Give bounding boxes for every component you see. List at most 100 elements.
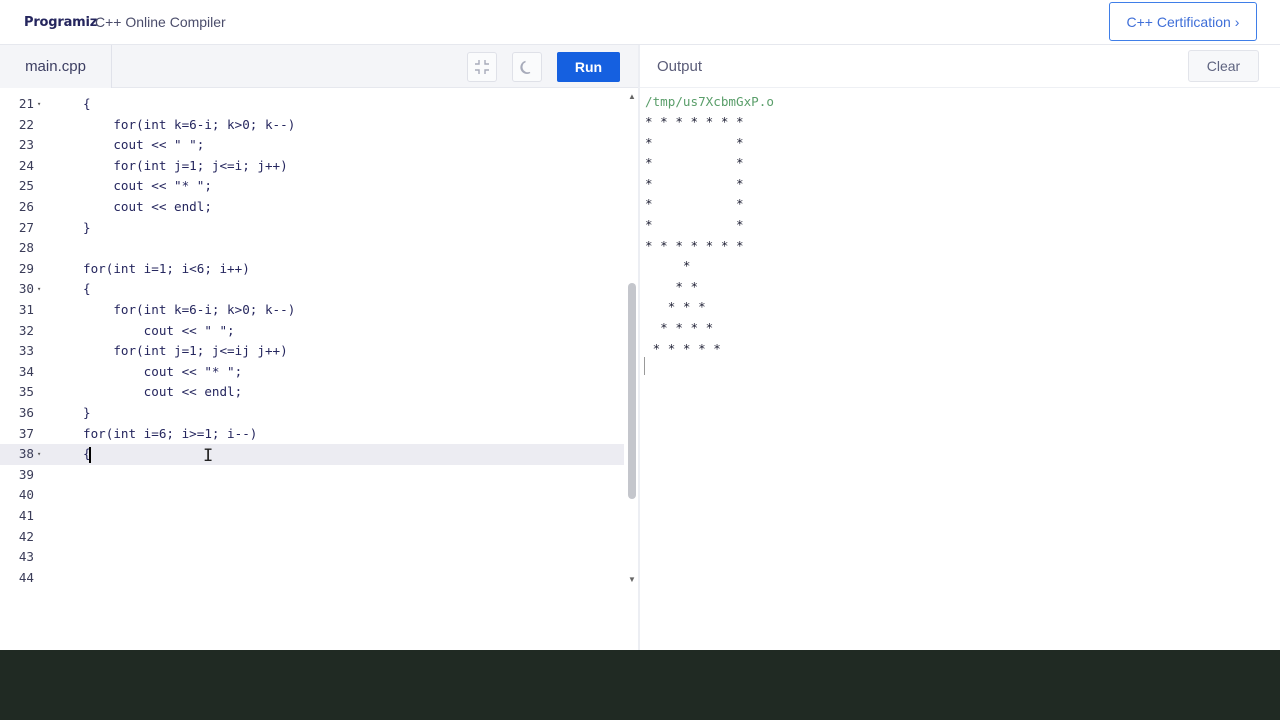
editor-scrollbar[interactable]	[628, 283, 636, 499]
line-number: 41	[18, 508, 34, 523]
code-line[interactable]: 37 for(int i=6; i>=1; i--)	[0, 424, 624, 445]
line-number: 43	[18, 549, 34, 565]
code-line[interactable]: 28	[0, 238, 624, 259]
code-line[interactable]: 21 ▾ {	[0, 94, 624, 115]
theme-toggle-button[interactable]	[512, 52, 542, 82]
line-number: 23	[18, 137, 34, 153]
line-number: 32	[18, 322, 34, 338]
output-line: * *	[645, 196, 744, 212]
code-text: }	[83, 219, 91, 235]
fold-arrow-icon[interactable]: ▾	[37, 279, 41, 300]
code-line[interactable]: 30 ▾ {	[0, 279, 624, 300]
output-line: * *	[645, 175, 744, 191]
line-number: 36	[18, 405, 34, 420]
fold-arrow-icon[interactable]: ▾	[37, 94, 41, 115]
output-line: * * * *	[645, 320, 714, 335]
fold-arrow-icon[interactable]: ▾	[37, 444, 41, 465]
code-text: for(int k=6-i; k>0; k--)	[83, 116, 296, 132]
line-number: 39	[18, 466, 34, 482]
code-line[interactable]: 41	[0, 506, 624, 527]
line-number: 30	[18, 281, 34, 297]
code-line[interactable]: 33 for(int j=1; j<=ij j++)	[0, 341, 624, 362]
output-line: * *	[645, 217, 744, 232]
code-line[interactable]: 23 cout << " ";	[0, 135, 624, 156]
line-number: 28	[18, 240, 34, 256]
output-line: *	[645, 258, 691, 274]
code-line[interactable]: 26 cout << endl;	[0, 197, 624, 218]
code-line[interactable]: 44	[0, 568, 624, 589]
output-line: * *	[645, 278, 699, 294]
certification-label: C++ Certification	[1126, 13, 1231, 30]
line-number: 22	[18, 116, 34, 132]
output-title: Output	[657, 58, 703, 75]
code-line[interactable]: 22 for(int k=6-i; k>0; k--)	[0, 115, 624, 136]
line-number: 31	[18, 302, 34, 317]
code-line[interactable]: 32 cout << " ";	[0, 321, 624, 342]
output-line: * *	[645, 155, 744, 171]
code-text: for(int k=6-i; k>0; k--)	[83, 302, 296, 317]
file-tab-main-cpp[interactable]: main.cpp	[0, 45, 112, 88]
scroll-up-icon[interactable]: ▲	[628, 92, 636, 101]
ibeam-cursor-icon: I	[203, 446, 214, 466]
line-number: 33	[18, 343, 34, 359]
scroll-down-icon[interactable]: ▼	[628, 575, 636, 584]
code-line[interactable]: 24 for(int j=1; j<=i; j++)	[0, 156, 624, 177]
code-line[interactable]: 36}	[0, 403, 624, 424]
output-line: * * * * * * *	[645, 114, 744, 129]
code-text: for(int i=1; i<6; i++)	[83, 260, 250, 276]
text-cursor	[89, 447, 91, 463]
output-header: Output Clear	[640, 45, 1280, 88]
code-text: cout << " ";	[83, 322, 235, 338]
output-caret	[644, 357, 645, 375]
line-number: 24	[18, 157, 34, 173]
app-title: C++ Online Compiler	[95, 14, 226, 30]
code-text: cout << endl;	[83, 384, 243, 400]
code-line[interactable]: 34 cout << "* ";	[0, 362, 624, 383]
output-line: * *	[645, 134, 744, 150]
output-path: /tmp/us7XcbmGxP.o	[645, 94, 774, 109]
code-line[interactable]: 43	[0, 547, 624, 568]
clear-button[interactable]: Clear	[1188, 50, 1259, 82]
code-text: cout << "* ";	[83, 363, 243, 379]
exit-fullscreen-button[interactable]	[467, 52, 497, 82]
certification-button[interactable]: C++ Certification ›	[1109, 2, 1257, 41]
line-number: 42	[18, 528, 34, 544]
editor-header: main.cpp	[0, 45, 638, 88]
code-line[interactable]: 35 cout << endl;	[0, 382, 624, 403]
code-line[interactable]: 39	[0, 465, 624, 486]
code-text: cout << "* ";	[83, 178, 212, 194]
code-line[interactable]: 42	[0, 527, 624, 548]
line-number: 40	[18, 487, 34, 503]
code-text: for(int j=1; j<=i; j++)	[83, 157, 288, 173]
line-number: 37	[18, 425, 34, 441]
code-text: cout << " ";	[83, 137, 205, 153]
code-text: {	[83, 96, 91, 111]
top-bar: Programiz C++ Online Compiler C++ Certif…	[0, 0, 1280, 45]
line-number: 21	[18, 96, 34, 111]
code-line[interactable]: 29 for(int i=1; i<6; i++)	[0, 259, 624, 280]
bottom-strip	[0, 650, 1280, 720]
line-number: 34	[18, 363, 34, 379]
line-number: 25	[18, 178, 34, 194]
code-line[interactable]: 27}	[0, 218, 624, 239]
collapse-icon	[475, 60, 489, 74]
code-line[interactable]: 38 ▾{	[0, 444, 624, 465]
code-line[interactable]: 25 cout << "* ";	[0, 176, 624, 197]
code-text: for(int j=1; j<=ij j++)	[83, 343, 288, 359]
line-number: 38	[18, 446, 34, 462]
line-number: 44	[18, 569, 34, 585]
chevron-right-icon: ›	[1234, 13, 1240, 30]
moon-icon	[520, 60, 531, 74]
code-text: cout << endl;	[83, 199, 212, 214]
code-editor[interactable]: 21 ▾{22 for(int k=6-i; k>0; k--) 23 cout <…	[0, 88, 638, 650]
programiz-logo[interactable]: Programiz	[24, 11, 97, 33]
run-button[interactable]: Run	[557, 52, 620, 82]
logo-text: Programiz	[24, 14, 98, 30]
code-line[interactable]: 40	[0, 485, 624, 506]
output-console[interactable]: /tmp/us7XcbmGxP.o * * * * * * * * * * * * *…	[640, 88, 1280, 650]
code-line[interactable]: 31 for(int k=6-i; k>0; k--)	[0, 300, 624, 321]
code-text: {	[83, 281, 91, 297]
code-text: }	[83, 405, 91, 420]
line-number: 26	[18, 199, 34, 214]
line-number: 29	[18, 260, 34, 276]
